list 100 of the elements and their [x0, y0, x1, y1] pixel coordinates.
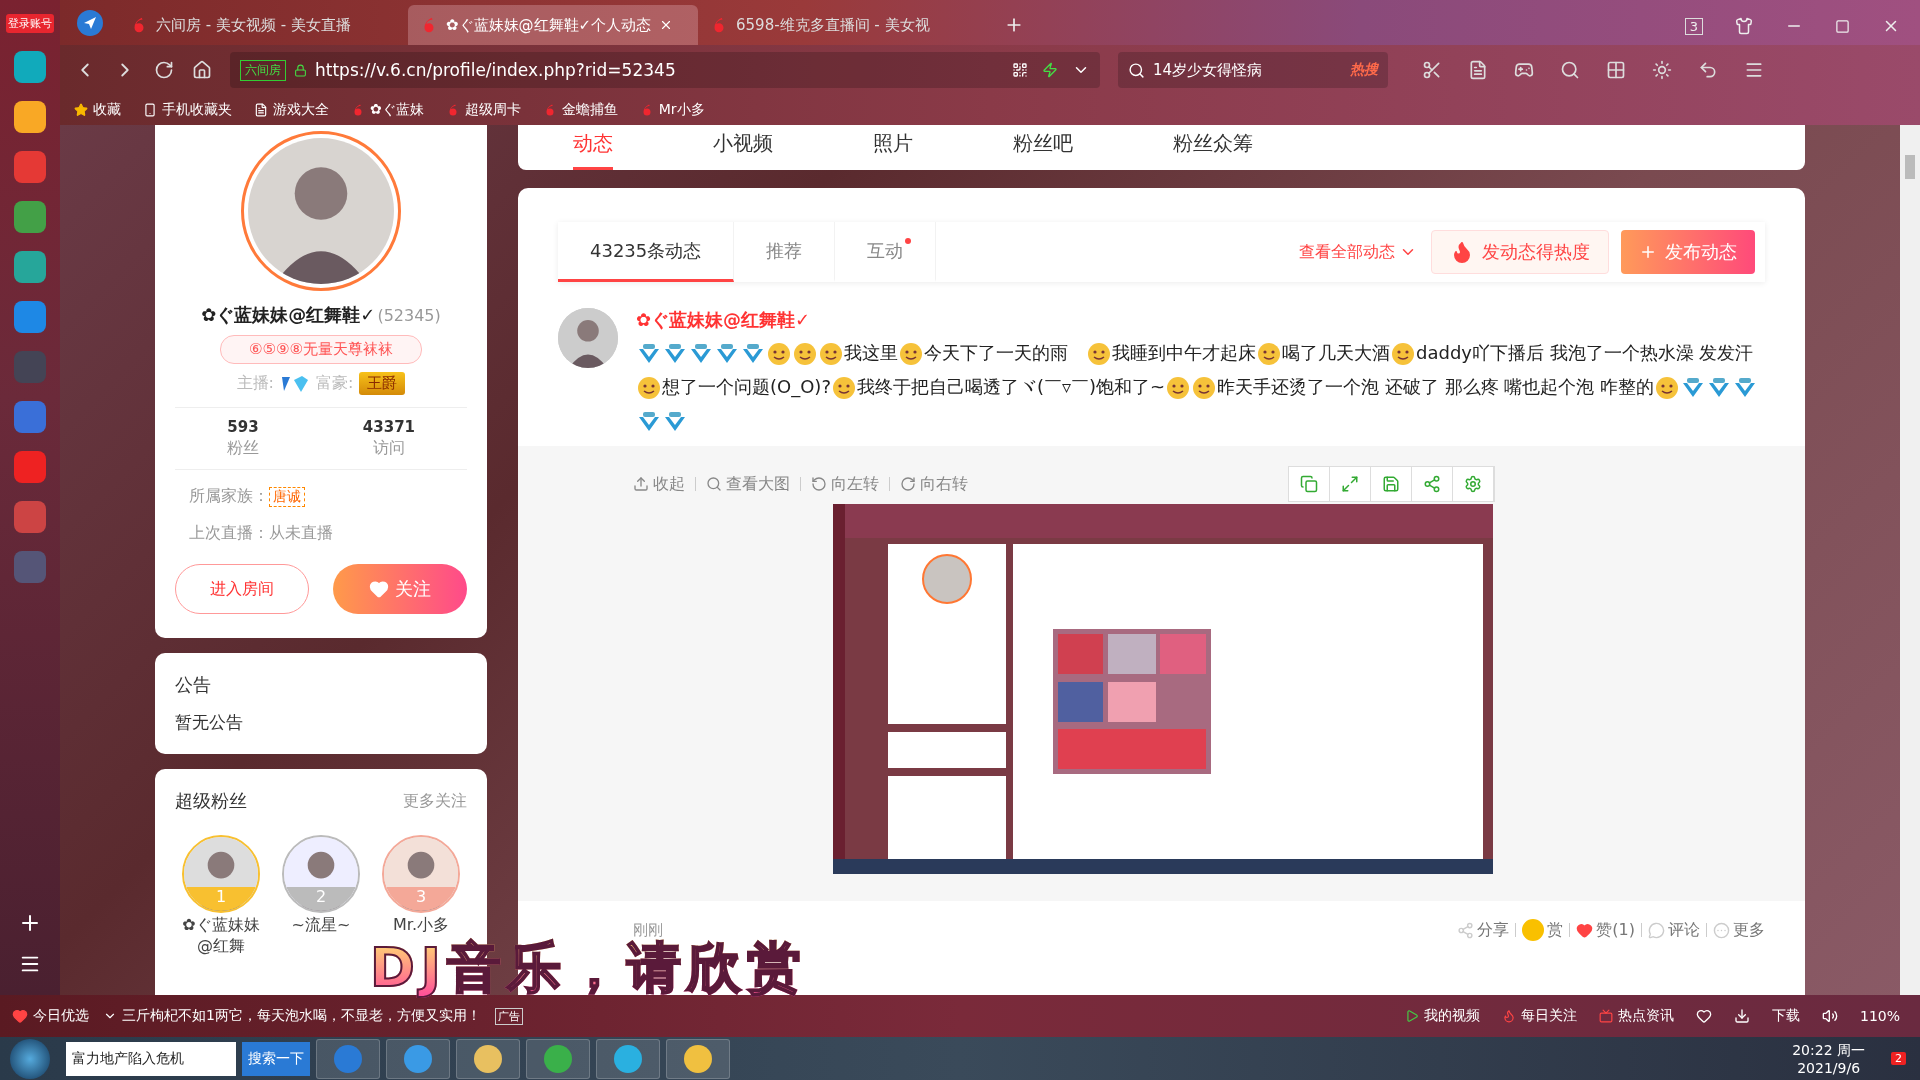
app-icon[interactable]: [14, 301, 46, 333]
stat-label: 访问: [372, 438, 405, 459]
bookmark-item[interactable]: 手机收藏夹: [143, 101, 232, 119]
qr-code-icon[interactable]: [1012, 62, 1028, 78]
gamepad-icon[interactable]: [1514, 60, 1534, 80]
fan-name[interactable]: ~流星~: [281, 915, 361, 936]
feed-tab[interactable]: 43235条动态: [558, 222, 735, 282]
grid-icon[interactable]: [1606, 60, 1626, 80]
host-label: 主播:: [236, 373, 274, 394]
bookmark-item[interactable]: ✿ぐ蓝妹: [351, 101, 424, 119]
taskbar-app[interactable]: [386, 1038, 450, 1079]
app-icon[interactable]: [14, 51, 46, 83]
start-button[interactable]: [10, 1038, 50, 1079]
enter-room-button[interactable]: 进入房间: [175, 564, 309, 614]
profile-name: ✿ぐ蓝妹妹@红舞鞋✓: [201, 303, 376, 327]
undo-icon[interactable]: [1698, 60, 1718, 80]
status-link[interactable]: 我的视频: [1404, 1007, 1480, 1025]
app-icon[interactable]: [14, 251, 46, 283]
post-action[interactable]: 分享: [1457, 919, 1510, 941]
title-badge: ⑥⑤⑨⑧无量天尊袜袜: [220, 335, 422, 364]
notice-text: 暂无公告: [175, 711, 244, 734]
volume-icon[interactable]: [1821, 1008, 1838, 1024]
download-link[interactable]: 下载: [1771, 1007, 1800, 1025]
emoji-icon: [898, 341, 924, 367]
zoom-level[interactable]: 110%: [1859, 1008, 1900, 1024]
post-author[interactable]: ✿ぐ蓝妹妹@红舞鞋✓: [636, 308, 1765, 332]
news-ticker[interactable]: 三斤枸杞不如1两它，每天泡水喝，不显老，方便又实用！: [103, 1007, 481, 1025]
lightning-icon[interactable]: [1042, 62, 1058, 78]
profile-nav-tab[interactable]: 粉丝众筹: [1173, 130, 1253, 170]
stat-value: 593: [227, 418, 259, 436]
tv-icon: [1598, 1009, 1613, 1023]
address-field[interactable]: 六间房 https://v.6.cn/profile/index.php?rid=52345: [230, 52, 1100, 88]
scissors-icon[interactable]: [1422, 60, 1442, 80]
app-icon[interactable]: [14, 151, 46, 183]
wealth-badge: 王爵: [359, 372, 406, 395]
search-icon[interactable]: [1560, 60, 1580, 80]
fan-name[interactable]: Mr.小多: [381, 915, 461, 936]
fan-name[interactable]: ✿ぐ蓝妹妹@红舞: [181, 915, 261, 957]
emoji-icon: [1390, 341, 1416, 367]
download-icon[interactable]: [1733, 1008, 1750, 1024]
profile-nav-tab[interactable]: 小视频: [713, 130, 773, 170]
browser-logo-icon[interactable]: [76, 9, 104, 37]
home-icon[interactable]: [192, 60, 212, 80]
ad-label: 广告: [494, 1007, 523, 1025]
post-action[interactable]: 更多: [1713, 919, 1765, 941]
bookmark-item[interactable]: 收藏: [74, 101, 121, 119]
status-link[interactable]: 热点资讯: [1598, 1007, 1674, 1025]
search-field[interactable]: 14岁少女得怪病 热搜: [1118, 52, 1388, 88]
taskbar-app[interactable]: [316, 1038, 380, 1079]
search-value[interactable]: 14岁少女得怪病: [1153, 60, 1263, 80]
view-all-link[interactable]: 查看全部动态: [1299, 241, 1417, 263]
star-icon[interactable]: [74, 103, 88, 117]
bookmark-item[interactable]: 游戏大全: [254, 101, 329, 119]
skin-icon[interactable]: [1735, 17, 1753, 35]
emoji-icon: [636, 375, 662, 401]
share-icon: [1457, 921, 1475, 939]
post-action[interactable]: 评论: [1648, 919, 1700, 941]
brightness-icon[interactable]: [1652, 60, 1672, 80]
url-text[interactable]: https://v.6.cn/profile/index.php?rid=52345: [315, 60, 676, 80]
emoji-icon: [830, 375, 857, 401]
taskbar-app[interactable]: [666, 1038, 730, 1079]
browser-tab[interactable]: 六间房 - 美女视频 - 美女直播: [118, 5, 408, 45]
profile-nav-tab[interactable]: 动态: [573, 130, 613, 170]
app-icon[interactable]: [14, 201, 46, 233]
profile-nav-tab[interactable]: 粉丝吧: [1013, 130, 1073, 170]
flame-icon: [1501, 1009, 1516, 1023]
app-icon[interactable]: [14, 501, 46, 533]
coin-icon: [1522, 919, 1545, 941]
emoji-icon: [1654, 375, 1680, 401]
phone-icon[interactable]: [143, 103, 157, 117]
bookmark-item[interactable]: 超级周卡: [445, 101, 521, 119]
heart-icon[interactable]: [1695, 1008, 1712, 1024]
taskbar-app[interactable]: [596, 1038, 660, 1079]
share-icon: [1423, 475, 1441, 493]
app-icon[interactable]: [14, 451, 46, 483]
browser-tab[interactable]: 6598-维克多直播间 - 美女视: [698, 5, 988, 45]
notification-badge[interactable]: 2: [1891, 1052, 1906, 1065]
tab-count[interactable]: 3: [1684, 17, 1703, 35]
plus-icon: [1639, 243, 1657, 261]
reload-icon[interactable]: [154, 60, 174, 80]
taskbar-search-button[interactable]: 搜索一下: [242, 1041, 310, 1076]
login-badge[interactable]: 登录账号: [6, 14, 54, 33]
today-picks-link[interactable]: 今日优选: [12, 1007, 89, 1025]
page-icon[interactable]: [254, 103, 268, 117]
feed-tab[interactable]: 互动: [835, 222, 937, 282]
status-link[interactable]: 每日关注: [1501, 1007, 1577, 1025]
post-action[interactable]: 赏: [1522, 919, 1564, 941]
bookmark-item[interactable]: 金蟾捕鱼: [542, 101, 618, 119]
browser-tab[interactable]: ✿ぐ蓝妹妹@红舞鞋✓个人动态: [408, 5, 698, 45]
feed-tab[interactable]: 推荐: [734, 222, 836, 282]
maximize-icon[interactable]: [1835, 18, 1850, 34]
taskbar-search-field[interactable]: 富力地产陷入危机: [66, 1041, 236, 1076]
profile-nav-tab[interactable]: 照片: [873, 130, 913, 170]
post-action[interactable]: 赞(1): [1576, 919, 1635, 941]
taskbar-app[interactable]: [526, 1038, 590, 1079]
taskbar-clock[interactable]: 20:22 周一 2021/9/6: [1792, 1040, 1865, 1077]
taskbar-app[interactable]: [456, 1038, 520, 1079]
app-icon[interactable]: [14, 101, 46, 133]
super-fans-title: 超级粉丝: [175, 789, 247, 813]
bookmark-item[interactable]: Mr小多: [639, 101, 705, 119]
